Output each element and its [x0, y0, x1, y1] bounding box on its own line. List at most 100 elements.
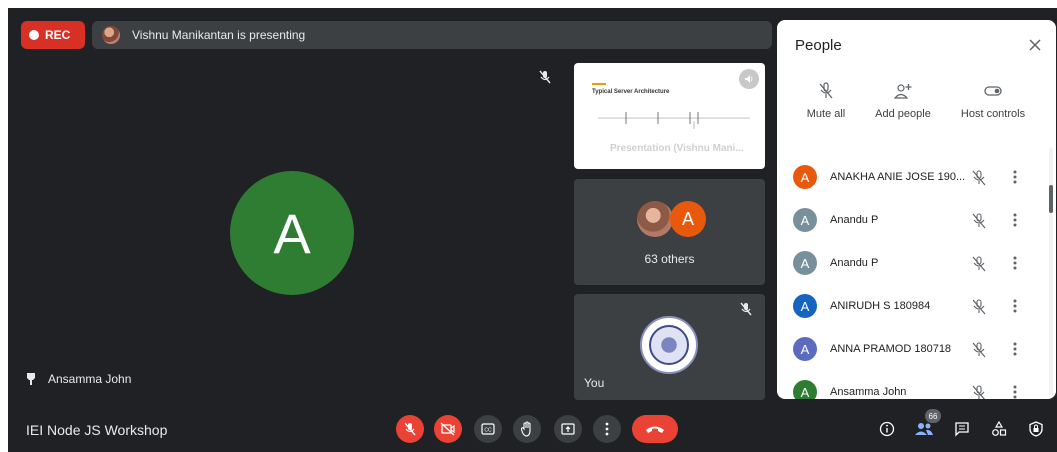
close-icon[interactable]	[1028, 38, 1042, 52]
add-person-icon	[894, 84, 912, 99]
presentation-tile[interactable]: Typical Server Architecture Presentation…	[574, 63, 765, 169]
chat-button[interactable]	[951, 418, 973, 440]
mic-off-icon[interactable]	[971, 170, 987, 186]
participant-row[interactable]: A Ansamma John	[777, 371, 1047, 399]
participant-initial: A	[800, 169, 810, 185]
panel-title: People	[795, 37, 842, 54]
presenting-banner[interactable]: Vishnu Manikantan is presenting	[92, 21, 772, 49]
participant-row[interactable]: A Anandu P	[777, 199, 1047, 242]
others-initial: A	[681, 208, 694, 229]
mic-off-icon	[819, 82, 833, 99]
info-icon	[879, 421, 895, 437]
closed-captions-icon: CC	[481, 423, 495, 435]
toggle-icon	[984, 86, 1002, 96]
organization-logo	[640, 316, 698, 374]
participant-name: ANNA PRAMOD 180718	[830, 343, 952, 355]
participant-row[interactable]: A ANIRUDH S 180984	[777, 285, 1047, 328]
mic-toggle-button[interactable]	[396, 415, 424, 443]
participant-count-badge: 66	[925, 409, 941, 423]
camera-off-icon	[440, 422, 455, 436]
participant-avatar: A	[793, 165, 817, 189]
pin-icon[interactable]	[26, 372, 36, 386]
more-vert-icon[interactable]	[1011, 255, 1019, 271]
main-speaker-name-tag: Ansamma John	[26, 372, 131, 386]
participant-row[interactable]: A ANAKHA ANIE JOSE 190...	[777, 156, 1047, 199]
activities-icon	[992, 421, 1007, 436]
participant-name: Anandu P	[830, 257, 879, 269]
presenter-avatar	[102, 26, 120, 44]
mic-off-icon[interactable]	[971, 299, 987, 315]
recording-indicator: REC	[21, 21, 85, 49]
architecture-diagram	[598, 112, 750, 129]
present-now-button[interactable]	[554, 415, 582, 443]
add-people-label: Add people	[875, 108, 931, 120]
participant-list: A ANAKHA ANIE JOSE 190... A Anandu P A Anandu…	[777, 156, 1047, 399]
slide-accent	[592, 83, 606, 85]
participant-row[interactable]: A ANNA PRAMOD 180718	[777, 328, 1047, 371]
captions-button[interactable]: CC	[474, 415, 502, 443]
speaking-indicator-icon	[739, 69, 759, 89]
activities-button[interactable]	[988, 418, 1010, 440]
more-vert-icon[interactable]	[1011, 212, 1019, 228]
more-options-icon	[605, 422, 609, 436]
participant-avatar: A	[793, 251, 817, 275]
leave-call-icon	[646, 426, 664, 433]
meeting-name: IEI Node JS Workshop	[26, 422, 168, 438]
others-count: 63 others	[644, 252, 695, 266]
participant-avatar: A	[793, 208, 817, 232]
participant-avatar: A	[793, 380, 817, 399]
people-panel: People Mute all Add people Host controls…	[777, 20, 1056, 399]
main-speaker-initial: A	[273, 201, 311, 265]
more-vert-icon[interactable]	[1011, 298, 1019, 314]
more-vert-icon[interactable]	[1011, 341, 1019, 357]
raise-hand-button[interactable]	[513, 415, 541, 443]
main-speaker-avatar: A	[230, 171, 354, 295]
participant-name: Anandu P	[830, 214, 879, 226]
participant-initial: A	[800, 384, 810, 400]
record-dot-icon	[29, 30, 39, 40]
panel-scrollbar-thumb[interactable]	[1049, 185, 1053, 213]
participant-initial: A	[800, 298, 810, 314]
muted-mic-icon	[740, 302, 752, 316]
more-options-button[interactable]	[593, 415, 621, 443]
add-people-button[interactable]: Add people	[858, 82, 948, 120]
host-controls-label: Host controls	[960, 108, 1026, 120]
mic-off-icon[interactable]	[971, 385, 987, 399]
meeting-details-button[interactable]	[876, 418, 898, 440]
participant-avatar: A	[793, 337, 817, 361]
more-vert-icon[interactable]	[1011, 169, 1019, 185]
participant-initial: A	[800, 255, 810, 271]
self-label: You	[584, 376, 605, 390]
present-screen-icon	[561, 423, 575, 435]
leave-call-button[interactable]	[632, 415, 678, 443]
participant-avatar: A	[793, 294, 817, 318]
raise-hand-icon	[520, 421, 531, 437]
others-tile[interactable]: A 63 others	[574, 179, 765, 285]
recording-label: REC	[45, 28, 71, 42]
svg-text:CC: CC	[484, 428, 492, 434]
shield-lock-icon	[1029, 421, 1043, 437]
presenting-text: Vishnu Manikantan is presenting	[132, 28, 306, 42]
people-icon	[915, 423, 933, 435]
participant-row[interactable]: A Anandu P	[777, 242, 1047, 285]
participant-name: ANAKHA ANIE JOSE 190...	[830, 171, 966, 183]
mic-off-icon[interactable]	[971, 213, 987, 229]
self-view-tile[interactable]: You	[574, 294, 765, 400]
mic-off-icon[interactable]	[971, 256, 987, 272]
host-controls-toggle[interactable]: Host controls	[948, 82, 1038, 120]
meet-window: REC Vishnu Manikantan is presenting A An…	[8, 8, 1057, 452]
participant-initial: A	[800, 212, 810, 228]
host-controls-button[interactable]	[1025, 418, 1047, 440]
chat-icon	[955, 422, 969, 437]
presentation-caption: Presentation (Vishnu Mani...	[610, 143, 744, 154]
more-vert-icon[interactable]	[1011, 384, 1019, 399]
mute-all-label: Mute all	[806, 108, 846, 120]
camera-toggle-button[interactable]	[434, 415, 462, 443]
muted-mic-icon	[539, 70, 551, 84]
participant-initial: A	[800, 341, 810, 357]
participant-photo-avatar	[637, 201, 673, 237]
main-speaker-name: Ansamma John	[48, 372, 132, 386]
mic-off-icon	[404, 422, 416, 436]
mic-off-icon[interactable]	[971, 342, 987, 358]
others-initial-avatar: A	[670, 201, 706, 237]
